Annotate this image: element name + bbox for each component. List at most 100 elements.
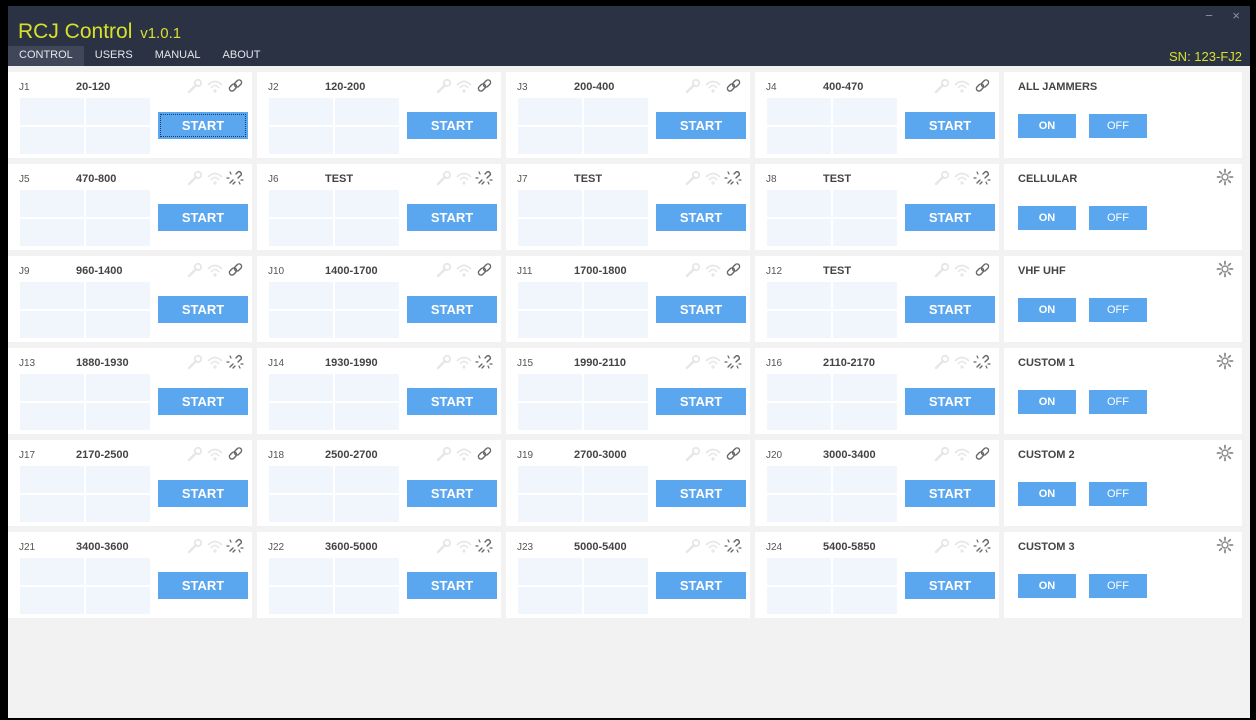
on-button[interactable]: ON — [1018, 574, 1076, 598]
mini-cell — [269, 587, 333, 614]
mini-cell — [767, 282, 831, 309]
start-button[interactable]: START — [905, 112, 995, 139]
wrench-icon — [187, 78, 203, 94]
off-button[interactable]: OFF — [1089, 574, 1147, 598]
mini-cell — [518, 374, 582, 401]
mini-cell — [20, 587, 84, 614]
start-button[interactable]: START — [158, 388, 248, 415]
mini-cell — [335, 282, 399, 309]
start-button[interactable]: START — [407, 296, 497, 323]
window-controls: − × — [1189, 8, 1240, 23]
start-button[interactable]: START — [158, 112, 248, 139]
off-button[interactable]: OFF — [1089, 390, 1147, 414]
start-button[interactable]: START — [656, 204, 746, 231]
jammer-card: J11 1700-1800 START — [506, 256, 750, 342]
tab-control[interactable]: CONTROL — [8, 46, 84, 66]
mini-cell — [20, 495, 84, 522]
off-button[interactable]: OFF — [1089, 114, 1147, 138]
off-button[interactable]: OFF — [1089, 206, 1147, 230]
start-button[interactable]: START — [656, 296, 746, 323]
app-window: RCJ Control v1.0.1 − × CONTROL USERS MANUA… — [8, 6, 1250, 718]
minimize-button[interactable]: − — [1205, 8, 1213, 23]
jammer-status-icons — [184, 537, 244, 555]
start-button[interactable]: START — [656, 112, 746, 139]
group-settings-button[interactable] — [1216, 444, 1234, 467]
mini-cell — [767, 98, 831, 125]
group-settings-button[interactable] — [1216, 352, 1234, 375]
start-button[interactable]: START — [905, 204, 995, 231]
start-button[interactable]: START — [656, 388, 746, 415]
off-button[interactable]: OFF — [1089, 298, 1147, 322]
tab-about[interactable]: ABOUT — [212, 46, 272, 66]
app-name: RCJ Control — [18, 20, 133, 43]
start-button[interactable]: START — [158, 296, 248, 323]
on-button[interactable]: ON — [1018, 298, 1076, 322]
group-settings-button[interactable] — [1216, 536, 1234, 559]
jammer-card: J19 2700-3000 START — [506, 440, 750, 526]
jammer-id: J12 — [766, 266, 783, 277]
start-button[interactable]: START — [407, 480, 497, 507]
start-button[interactable]: START — [407, 388, 497, 415]
mini-cell — [767, 466, 831, 493]
start-button[interactable]: START — [656, 480, 746, 507]
unlink-icon — [724, 538, 742, 553]
on-button[interactable]: ON — [1018, 390, 1076, 414]
start-button[interactable]: START — [905, 388, 995, 415]
close-button[interactable]: × — [1232, 8, 1240, 23]
jammer-card: J1 20-120 START — [8, 72, 252, 158]
unlink-icon — [475, 538, 493, 553]
wrench-icon — [934, 78, 950, 94]
jammer-range: 5400-5850 — [823, 541, 876, 553]
start-button[interactable]: START — [656, 572, 746, 599]
start-button[interactable]: START — [905, 480, 995, 507]
jammer-range: 1930-1990 — [325, 357, 378, 369]
mini-cell — [335, 495, 399, 522]
mini-cell — [335, 127, 399, 154]
mini-cell — [20, 311, 84, 338]
wifi-icon — [705, 448, 721, 461]
start-button[interactable]: START — [158, 204, 248, 231]
on-button[interactable]: ON — [1018, 482, 1076, 506]
start-button[interactable]: START — [158, 480, 248, 507]
group-card: ALL JAMMERS ON OFF — [1004, 72, 1242, 158]
mini-cell — [86, 98, 150, 125]
unlink-icon — [724, 170, 742, 185]
off-button[interactable]: OFF — [1089, 482, 1147, 506]
jammer-status-icons — [184, 353, 244, 371]
start-button[interactable]: START — [905, 296, 995, 323]
mini-cell — [335, 190, 399, 217]
start-button[interactable]: START — [407, 572, 497, 599]
mini-cell — [335, 558, 399, 585]
jammer-range: 470-800 — [76, 173, 117, 185]
mini-cell — [833, 311, 897, 338]
start-button[interactable]: START — [905, 572, 995, 599]
wrench-icon — [187, 170, 203, 186]
jammer-mini-panel — [518, 558, 648, 614]
jammer-card: J5 470-800 START — [8, 164, 252, 250]
start-button[interactable]: START — [158, 572, 248, 599]
wifi-icon — [207, 356, 223, 369]
wrench-icon — [685, 262, 701, 278]
jammer-card: J23 5000-5400 START — [506, 532, 750, 618]
tab-users[interactable]: USERS — [84, 46, 144, 66]
jammer-mini-panel — [269, 282, 399, 338]
unlink-icon — [475, 354, 493, 369]
group-settings-button[interactable] — [1216, 168, 1234, 191]
group-settings-button[interactable] — [1216, 260, 1234, 283]
start-button[interactable]: START — [407, 112, 497, 139]
jammer-card: J24 5400-5850 START — [755, 532, 999, 618]
on-button[interactable]: ON — [1018, 206, 1076, 230]
jammer-id: J20 — [766, 450, 783, 461]
app-version: v1.0.1 — [140, 25, 182, 42]
mini-cell — [269, 219, 333, 246]
serial-number: SN: 123-FJ2 — [1169, 49, 1242, 64]
tab-manual[interactable]: MANUAL — [144, 46, 212, 66]
on-button[interactable]: ON — [1018, 114, 1076, 138]
mini-cell — [833, 282, 897, 309]
start-button[interactable]: START — [407, 204, 497, 231]
mini-cell — [269, 190, 333, 217]
mini-cell — [20, 466, 84, 493]
jammer-mini-panel — [767, 282, 897, 338]
wifi-icon — [705, 356, 721, 369]
mini-cell — [518, 219, 582, 246]
